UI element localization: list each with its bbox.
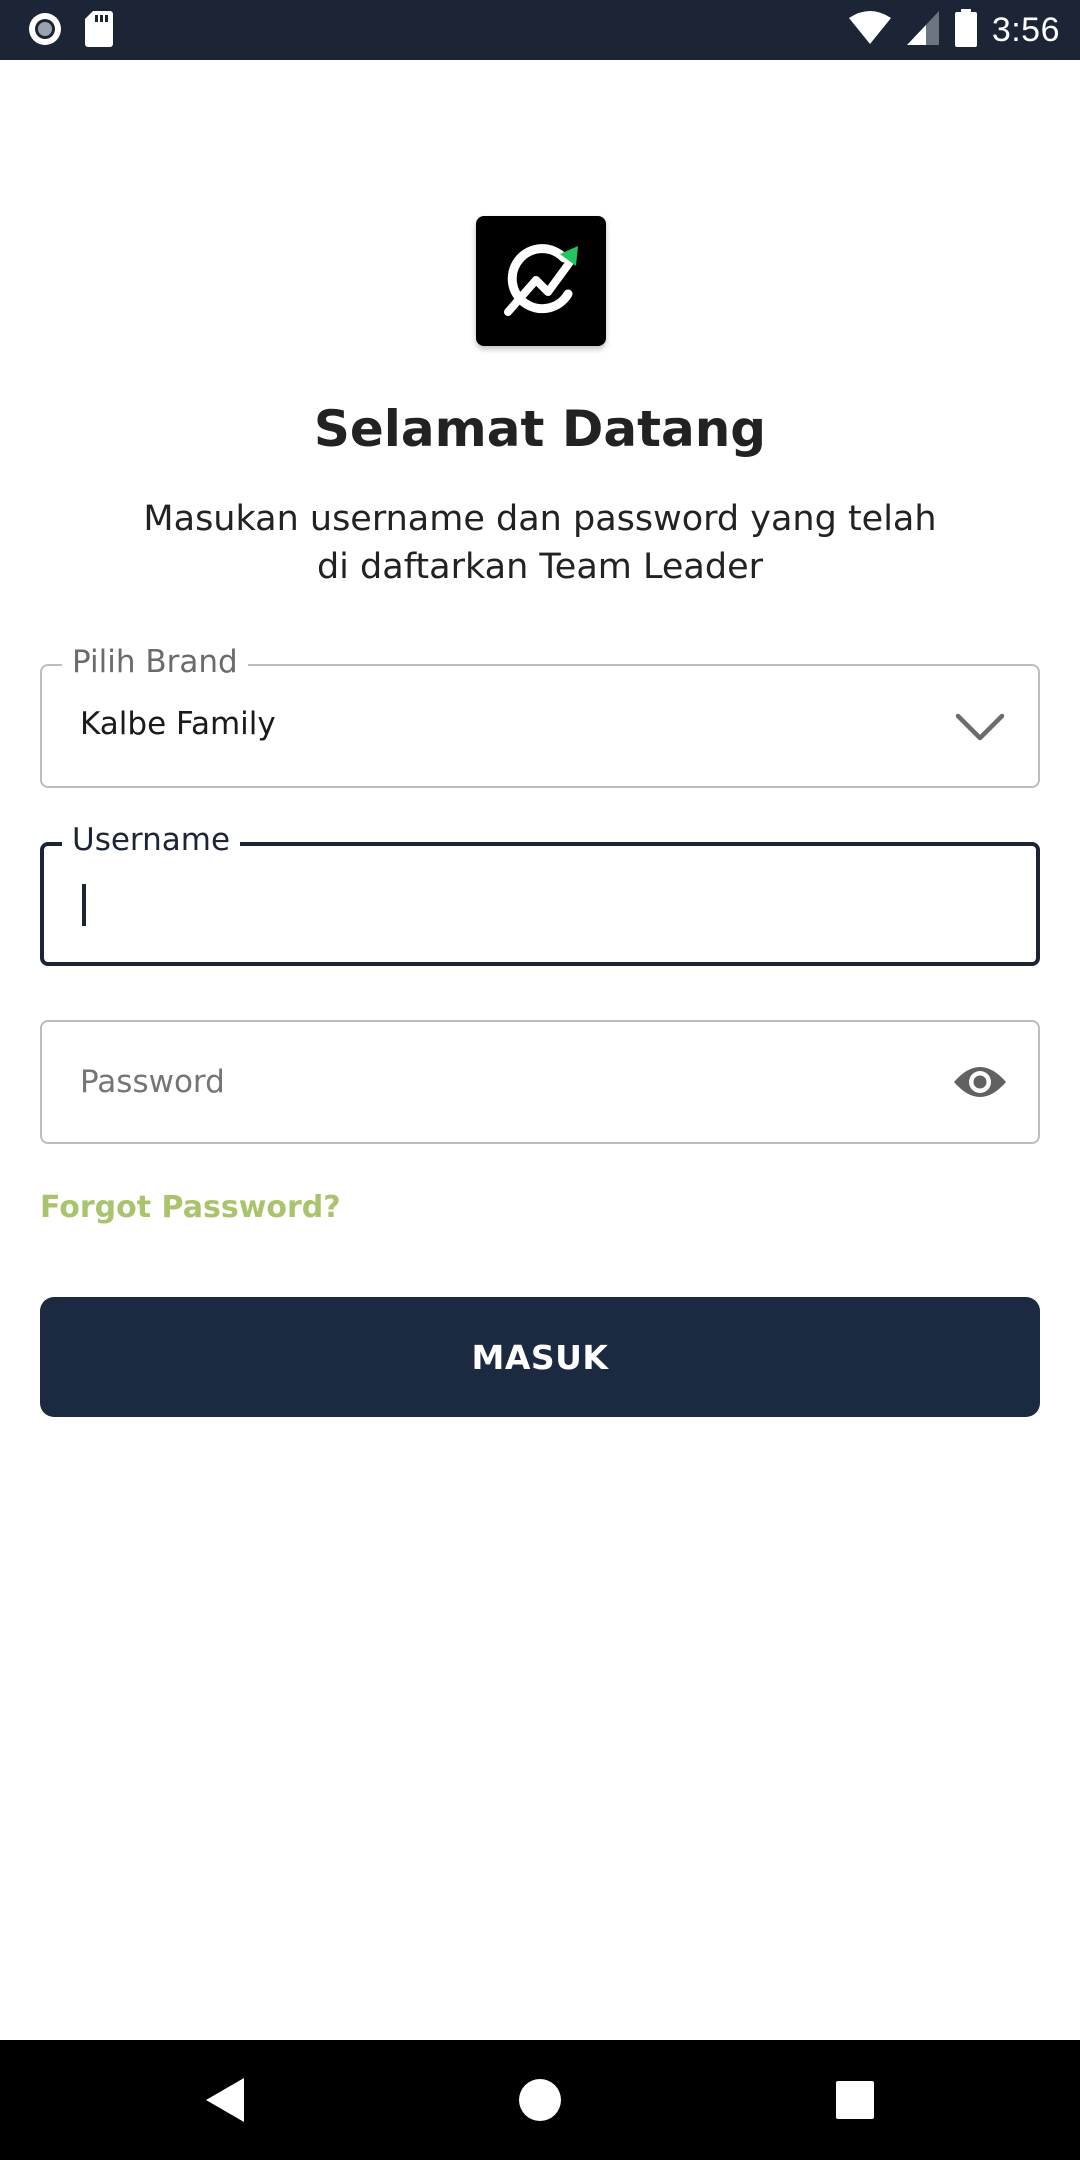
trend-arrow-logo-icon [486,224,596,339]
username-field[interactable]: Username [40,822,1040,966]
home-icon[interactable] [500,2060,580,2140]
text-cursor [82,884,86,926]
brand-select-value: Kalbe Family [80,706,276,742]
brand-select-label: Pilih Brand [62,644,248,680]
login-screen: 3:56 Selamat Datang Masukan username dan… [0,0,1080,2160]
record-icon [26,10,64,53]
welcome-title: Selamat Datang [313,400,767,458]
status-bar: 3:56 [0,0,1080,60]
eye-icon[interactable] [952,1060,1008,1104]
clock: 3:56 [991,10,1060,49]
username-field-label: Username [62,822,241,858]
signal-icon [906,10,940,51]
sd-card-icon [84,11,114,52]
recents-icon[interactable] [815,2060,895,2140]
forgot-password-link[interactable]: Forgot Password? [40,1190,341,1225]
chevron-down-icon[interactable] [952,704,1008,748]
app-logo [476,216,606,346]
wifi-icon [848,10,892,51]
password-placeholder: Password [80,1064,225,1100]
back-icon[interactable] [186,2060,266,2140]
login-button[interactable]: MASUK [40,1297,1040,1417]
password-field[interactable]: Password [40,1020,1040,1144]
navigation-bar [0,2040,1080,2160]
battery-icon [954,8,978,52]
brand-select[interactable]: Pilih Brand Kalbe Family [40,644,1040,788]
welcome-subtitle: Masukan username dan password yang telah… [143,499,937,587]
